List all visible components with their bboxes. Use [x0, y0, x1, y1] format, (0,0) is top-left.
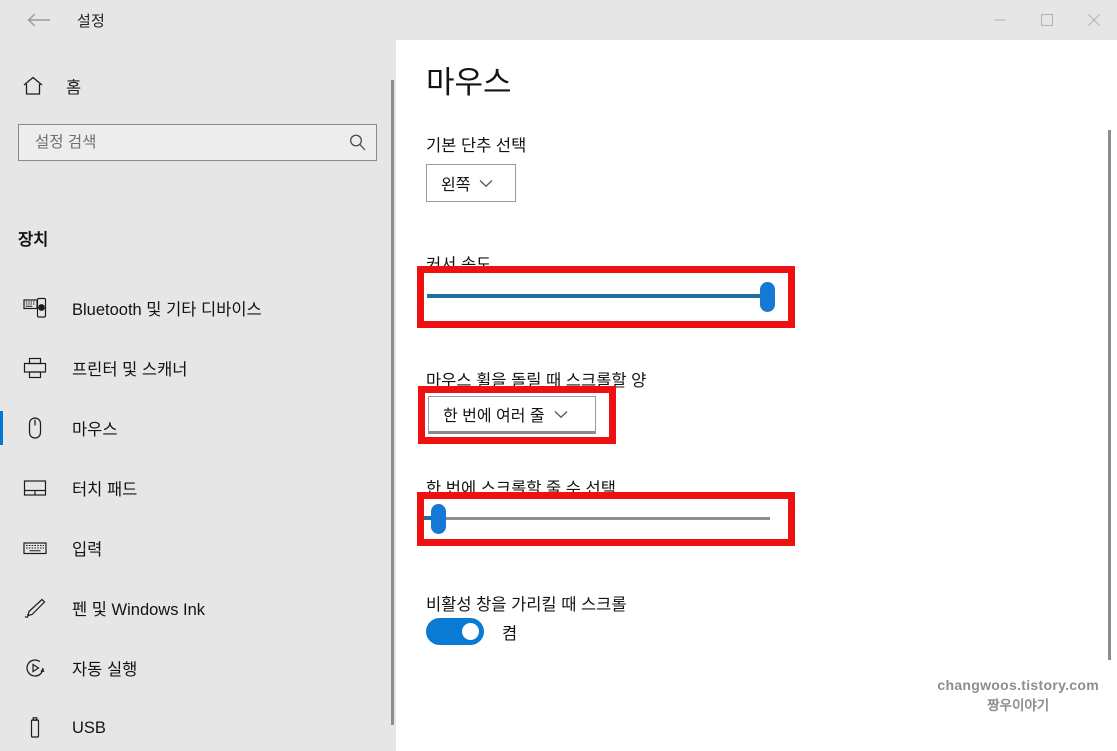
- sidebar-item-mouse[interactable]: 마우스: [0, 398, 396, 458]
- sidebar-nav: Bluetooth 및 기타 디바이스 프린터 및 스캐너 마우스 터치 패드 …: [0, 278, 396, 751]
- usb-icon: [18, 716, 52, 740]
- selection-indicator: [0, 651, 3, 685]
- touchpad-icon: [18, 477, 52, 499]
- slider-track-fill: [427, 294, 770, 298]
- cursor-speed-slider[interactable]: [427, 279, 775, 313]
- chevron-down-icon: [554, 410, 568, 419]
- watermark-url: changwoos.tistory.com: [937, 677, 1099, 693]
- selection-indicator: [0, 591, 3, 625]
- sidebar-item-label: 입력: [72, 541, 103, 559]
- sidebar-group-title: 장치: [18, 231, 49, 249]
- bluetooth-devices-icon: [18, 297, 52, 319]
- close-icon: [1087, 14, 1100, 26]
- sidebar-item-label: Bluetooth 및 기타 디바이스: [72, 301, 262, 319]
- lines-to-scroll-slider[interactable]: [422, 501, 770, 535]
- title-bar: 설정: [0, 0, 1117, 40]
- maximize-icon: [1040, 13, 1053, 27]
- search-box[interactable]: [18, 124, 377, 161]
- settings-window: 설정 홈 설정 검색 장치 Bluetooth 및 기타 디바이스 프린터 및 …: [0, 0, 1117, 751]
- sidebar-item-label: USB: [72, 718, 106, 737]
- inactive-scroll-label: 비활성 창을 가리킬 때 스크롤: [426, 596, 627, 614]
- printer-icon: [18, 357, 52, 379]
- pen-icon: [18, 597, 52, 619]
- sidebar: 홈 장치: [0, 40, 396, 751]
- sidebar-item-label: 마우스: [72, 421, 118, 439]
- cursor-speed-label: 커서 속도: [426, 256, 492, 274]
- watermark-name: 짱우이야기: [987, 698, 1050, 713]
- slider-thumb[interactable]: [760, 282, 775, 312]
- primary-button-label: 기본 단추 선택: [426, 137, 527, 155]
- inactive-scroll-toggle[interactable]: [426, 618, 484, 645]
- slider-track-rest: [438, 517, 770, 520]
- selection-indicator: [0, 411, 3, 445]
- sidebar-item-bluetooth[interactable]: Bluetooth 및 기타 디바이스: [0, 278, 396, 338]
- home-icon: [18, 75, 48, 97]
- mouse-icon: [18, 416, 52, 440]
- sidebar-scrollbar[interactable]: [391, 80, 394, 725]
- content-scrollbar[interactable]: [1108, 130, 1111, 660]
- sidebar-item-printers[interactable]: 프린터 및 스캐너: [0, 338, 396, 398]
- sidebar-item-home[interactable]: 홈: [0, 64, 396, 108]
- sidebar-item-label: 터치 패드: [72, 481, 138, 499]
- selection-indicator: [0, 471, 3, 505]
- minimize-icon: [993, 19, 1006, 21]
- sidebar-item-label: 프린터 및 스캐너: [72, 361, 188, 379]
- watermark: changwoos.tistory.com 짱우이야기: [937, 677, 1099, 714]
- selection-indicator: [0, 711, 3, 745]
- sidebar-item-label: 펜 및 Windows Ink: [72, 601, 206, 619]
- page-title: 마우스: [426, 65, 512, 100]
- wheel-scroll-label: 마우스 휠을 돌릴 때 스크롤할 양: [426, 372, 647, 390]
- close-button[interactable]: [1070, 0, 1117, 40]
- wheel-scroll-dropdown[interactable]: 한 번에 여러 줄: [428, 396, 596, 434]
- wheel-scroll-value: 한 번에 여러 줄: [443, 408, 545, 425]
- keyboard-icon: [18, 538, 52, 558]
- sidebar-item-autoplay[interactable]: 자동 실행: [0, 638, 396, 698]
- primary-button-value: 왼쪽: [441, 177, 471, 194]
- primary-button-dropdown[interactable]: 왼쪽: [426, 164, 516, 202]
- home-label: 홈: [66, 79, 82, 97]
- slider-thumb[interactable]: [431, 504, 446, 534]
- autoplay-icon: [18, 656, 52, 680]
- selection-indicator: [0, 291, 3, 325]
- sidebar-item-typing[interactable]: 입력: [0, 518, 396, 578]
- toggle-state-label: 켬: [502, 624, 518, 643]
- sidebar-item-pen[interactable]: 펜 및 Windows Ink: [0, 578, 396, 638]
- toggle-knob: [462, 623, 479, 640]
- back-arrow-icon: [27, 13, 50, 27]
- window-title: 설정: [77, 13, 106, 30]
- inactive-scroll-toggle-row: 켬: [426, 618, 517, 645]
- minimize-button[interactable]: [976, 0, 1023, 40]
- selection-indicator: [0, 531, 3, 565]
- back-button[interactable]: [22, 6, 56, 34]
- chevron-down-icon: [479, 179, 493, 188]
- search-icon: [338, 133, 376, 152]
- sidebar-item-usb[interactable]: USB: [0, 698, 396, 751]
- selection-indicator: [0, 351, 3, 385]
- lines-to-scroll-label: 한 번에 스크롤할 줄 수 선택: [426, 480, 616, 498]
- sidebar-item-label: 자동 실행: [72, 661, 138, 679]
- maximize-button[interactable]: [1023, 0, 1070, 40]
- search-input[interactable]: [19, 133, 338, 152]
- main-content: 마우스 기본 단추 선택 왼쪽 커서 속도 마우스 휠을 돌릴 때 스크롤할 양…: [396, 40, 1117, 751]
- window-controls: [976, 0, 1117, 40]
- sidebar-item-touchpad[interactable]: 터치 패드: [0, 458, 396, 518]
